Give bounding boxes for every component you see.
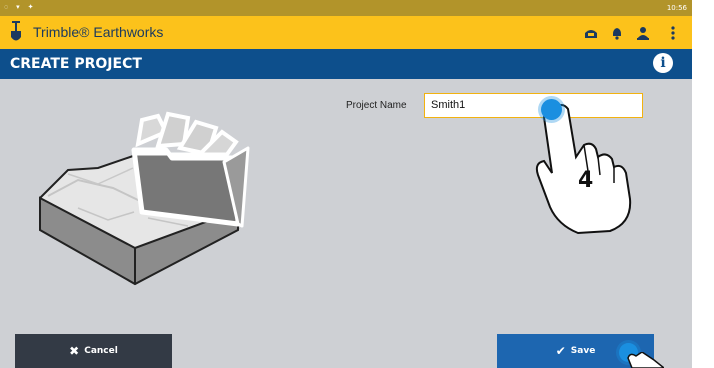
- screen-title: CREATE PROJECT: [10, 56, 142, 72]
- save-button-label: Save: [570, 346, 596, 356]
- close-icon: ✖: [69, 344, 80, 358]
- app-screen: ◌ ▾ ✦ 10:56 Trimble® Earthworks CREATE P…: [0, 0, 692, 368]
- step-number: 4: [578, 168, 593, 193]
- project-name-label: Project Name: [346, 100, 407, 111]
- app-bar: Trimble® Earthworks: [0, 16, 692, 49]
- cancel-button-label: Cancel: [84, 346, 118, 356]
- bell-icon[interactable]: [612, 27, 622, 40]
- cancel-button[interactable]: ✖ Cancel: [15, 334, 172, 368]
- tap-hand-save-icon: [627, 352, 664, 368]
- person-icon[interactable]: [636, 26, 650, 40]
- touch-indicator: [541, 99, 562, 120]
- project-folder-illustration-icon: [39, 111, 250, 286]
- info-icon[interactable]: i: [653, 53, 673, 73]
- shovel-logo-icon: [11, 21, 21, 41]
- app-title: Trimble® Earthworks: [33, 24, 164, 40]
- tap-hand-icon: 4: [535, 104, 632, 235]
- checkmark-icon: ✔: [555, 344, 566, 358]
- system-status-bar: ◌ ▾ ✦ 10:56: [0, 0, 692, 16]
- status-time: 10:56: [666, 4, 687, 12]
- screen-title-bar: CREATE PROJECT i: [0, 49, 692, 79]
- status-notification-icons: ◌ ▾ ✦: [4, 4, 37, 11]
- tablet-icon[interactable]: [584, 28, 598, 39]
- project-name-value: Smith1: [431, 99, 466, 111]
- overflow-menu-icon[interactable]: [671, 26, 675, 40]
